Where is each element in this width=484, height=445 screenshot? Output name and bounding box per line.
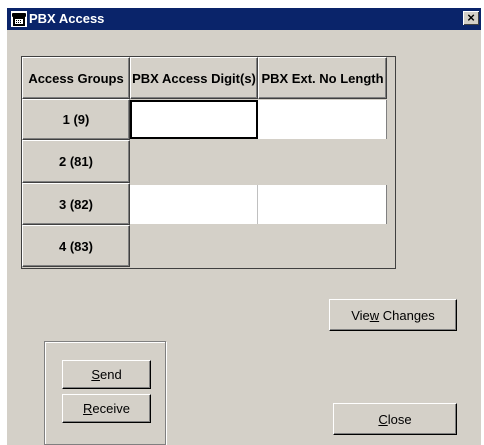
transfer-groupbox xyxy=(44,341,166,445)
title-bar[interactable]: PBX Access × xyxy=(7,8,481,30)
close-window-button[interactable]: × xyxy=(463,11,479,25)
view-changes-label: View Changes xyxy=(351,307,435,323)
access-digits-input-3[interactable] xyxy=(130,185,258,224)
telephone-icon xyxy=(11,11,27,27)
send-label: Send xyxy=(91,367,122,382)
close-button[interactable]: Close xyxy=(333,403,457,435)
row-label-1[interactable]: 1 (9) xyxy=(22,99,130,140)
row-label-3[interactable]: 3 (82) xyxy=(22,183,130,225)
send-button[interactable]: Send xyxy=(62,360,151,389)
header-access-groups: Access Groups xyxy=(22,57,130,99)
pbx-access-window: PBX Access × Access Groups PBX Access Di… xyxy=(7,8,481,445)
row-label-2[interactable]: 2 (81) xyxy=(22,140,130,183)
window-title: PBX Access xyxy=(29,11,105,26)
header-pbx-access-digits: PBX Access Digit(s) xyxy=(130,57,258,99)
receive-label: Receive xyxy=(83,401,130,416)
receive-button[interactable]: Receive xyxy=(62,394,151,423)
access-digits-input-1[interactable] xyxy=(130,100,258,139)
access-groups-grid: Access Groups PBX Access Digit(s) PBX Ex… xyxy=(21,56,396,269)
ext-length-input-1[interactable] xyxy=(258,100,387,139)
ext-length-input-3[interactable] xyxy=(258,185,387,224)
close-label: Close xyxy=(378,411,412,427)
header-pbx-ext-length: PBX Ext. No Length xyxy=(258,57,387,99)
row-label-4[interactable]: 4 (83) xyxy=(22,225,130,267)
view-changes-button[interactable]: View Changes xyxy=(329,299,457,331)
